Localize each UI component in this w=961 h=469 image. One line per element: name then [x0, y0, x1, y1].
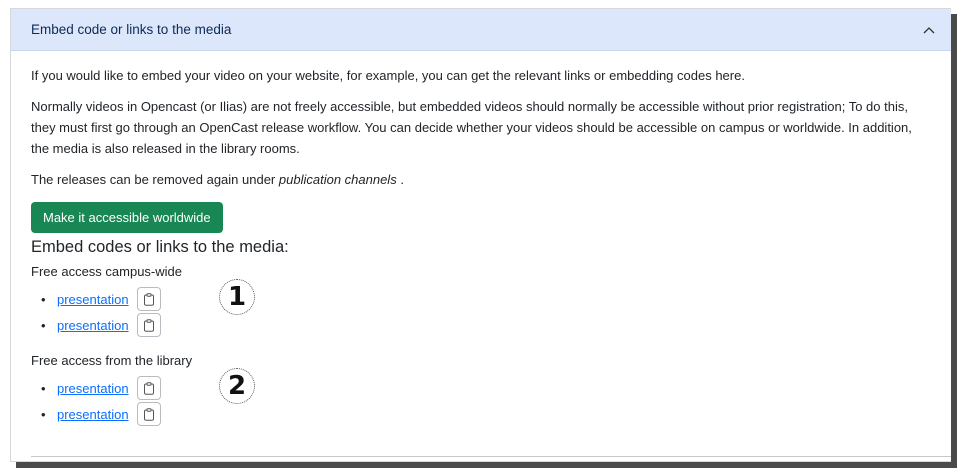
intro-paragraph-1: If you would like to embed your video on…: [31, 68, 745, 83]
list-item: presentation: [41, 375, 931, 401]
copy-button[interactable]: [136, 376, 161, 400]
list-item: presentation: [41, 401, 931, 427]
list-item: presentation: [41, 312, 931, 338]
make-accessible-worldwide-button[interactable]: Make it accessible worldwide: [31, 202, 223, 233]
annotation-marker-1: 1: [219, 279, 255, 315]
clipboard-icon: [143, 381, 154, 395]
annotation-marker-2: 2: [219, 368, 255, 404]
clipboard-icon: [143, 318, 154, 332]
chevron-up-icon[interactable]: [921, 22, 937, 38]
intro-paragraph-2: Normally videos in Opencast (or Ilias) a…: [31, 99, 912, 156]
accordion-body: If you would like to embed your video on…: [11, 51, 951, 427]
presentation-link[interactable]: presentation: [57, 315, 129, 336]
presentation-link[interactable]: presentation: [57, 289, 129, 310]
accordion-title: Embed code or links to the media: [31, 22, 232, 37]
presentation-link[interactable]: presentation: [57, 404, 129, 425]
group-label: Free access from the library: [31, 353, 193, 368]
link-list: presentation presentation: [31, 375, 931, 427]
copy-button[interactable]: [136, 313, 161, 337]
clipboard-icon: [143, 407, 154, 421]
accordion-header[interactable]: Embed code or links to the media: [11, 9, 951, 51]
intro-paragraph-3: The releases can be removed again under …: [31, 169, 931, 190]
section-heading: Embed codes or links to the media:: [31, 238, 289, 256]
group-label: Free access campus-wide: [31, 264, 182, 279]
embed-panel: Embed code or links to the media If you …: [10, 8, 951, 462]
list-item: presentation: [41, 286, 931, 312]
copy-button[interactable]: [136, 287, 161, 311]
intro-p3-suffix: .: [396, 172, 404, 187]
copy-button[interactable]: [136, 402, 161, 426]
divider: [31, 456, 951, 457]
library-group: Free access from the library presentatio…: [31, 350, 931, 427]
campus-wide-group: Free access campus-wide presentation pre…: [31, 261, 931, 338]
intro-p3-prefix: The releases can be removed again under: [31, 172, 279, 187]
clipboard-icon: [143, 292, 154, 306]
link-list: presentation presentation: [31, 286, 931, 338]
presentation-link[interactable]: presentation: [57, 378, 129, 399]
publication-channels-text: publication channels: [278, 172, 397, 187]
